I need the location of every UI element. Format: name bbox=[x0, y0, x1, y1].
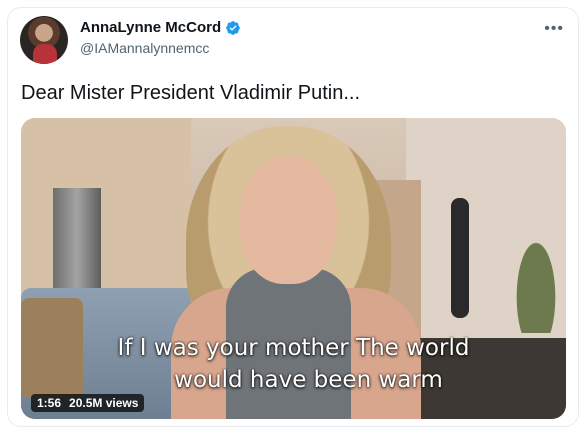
background-shelf bbox=[451, 198, 469, 318]
tweet-text: Dear Mister President Vladimir Putin... bbox=[21, 82, 361, 104]
verified-badge-icon bbox=[226, 20, 240, 35]
background-wall bbox=[21, 118, 191, 308]
author-name-row: AnnaLynne McCord bbox=[80, 19, 241, 36]
avatar[interactable] bbox=[20, 16, 68, 64]
video-caption: If I was your mother The world would hav… bbox=[21, 332, 566, 396]
video-duration: 1:56 bbox=[37, 396, 62, 410]
video-caption-line-1: If I was your mother The world bbox=[117, 335, 470, 361]
video-player[interactable]: If I was your mother The world would hav… bbox=[21, 118, 566, 419]
video-caption-line-2: would have been warm bbox=[174, 367, 443, 393]
author-display-name[interactable]: AnnaLynne McCord bbox=[80, 19, 221, 36]
person-face bbox=[239, 156, 337, 284]
more-options-icon[interactable]: ••• bbox=[544, 20, 564, 38]
video-views: 20.5M views bbox=[69, 396, 139, 410]
tweet-card[interactable]: AnnaLynne McCord @IAMannalynnemcc ••• De… bbox=[7, 7, 579, 427]
video-stats-badge: 1:56 20.5M views bbox=[31, 394, 145, 412]
background-plant bbox=[506, 213, 566, 333]
author-handle[interactable]: @IAMannalynnemcc bbox=[80, 40, 209, 56]
